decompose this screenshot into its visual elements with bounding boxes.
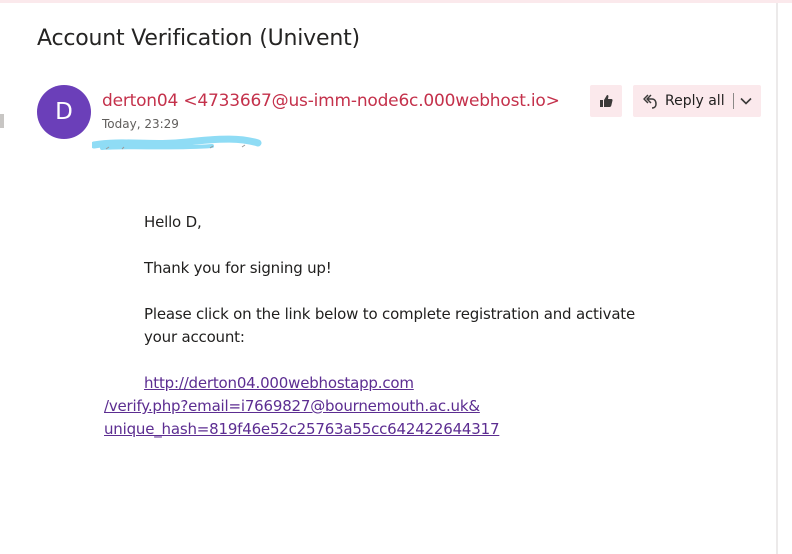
reply-separator [732, 93, 734, 109]
sent-time: Today, 23:29 [102, 117, 179, 131]
recipient-redaction [92, 135, 262, 150]
reply-all-label: Reply all [665, 93, 725, 109]
verify-link-line2[interactable]: /verify.php?email=i7669827@bournemouth.a… [104, 397, 480, 415]
sender-avatar[interactable]: D [37, 85, 91, 139]
reply-all-button[interactable]: Reply all [633, 85, 761, 117]
sender-name[interactable]: derton04 <4733667@us-imm-node6c.000webho… [102, 91, 560, 111]
verify-link-line3[interactable]: unique_hash=819f46e52c25763a55cc64242264… [104, 420, 500, 438]
body-greeting: Hello D, [144, 213, 202, 231]
body-instruction-line1: Please click on the link below to comple… [144, 305, 636, 323]
body-thanks: Thank you for signing up! [144, 259, 332, 277]
like-button[interactable] [590, 85, 622, 117]
avatar-initial: D [55, 99, 73, 125]
pane-edge-handle [0, 114, 4, 128]
reply-all-icon [641, 92, 659, 110]
scrollbar-track[interactable] [776, 3, 778, 554]
verify-link-line1[interactable]: http://derton04.000webhostapp.com [144, 374, 414, 392]
top-strip [0, 0, 792, 3]
body-instruction-line2: your account: [144, 328, 245, 346]
thumbs-up-icon [600, 95, 613, 107]
email-subject: Account Verification (Univent) [37, 26, 360, 51]
chevron-down-icon[interactable] [739, 94, 753, 108]
